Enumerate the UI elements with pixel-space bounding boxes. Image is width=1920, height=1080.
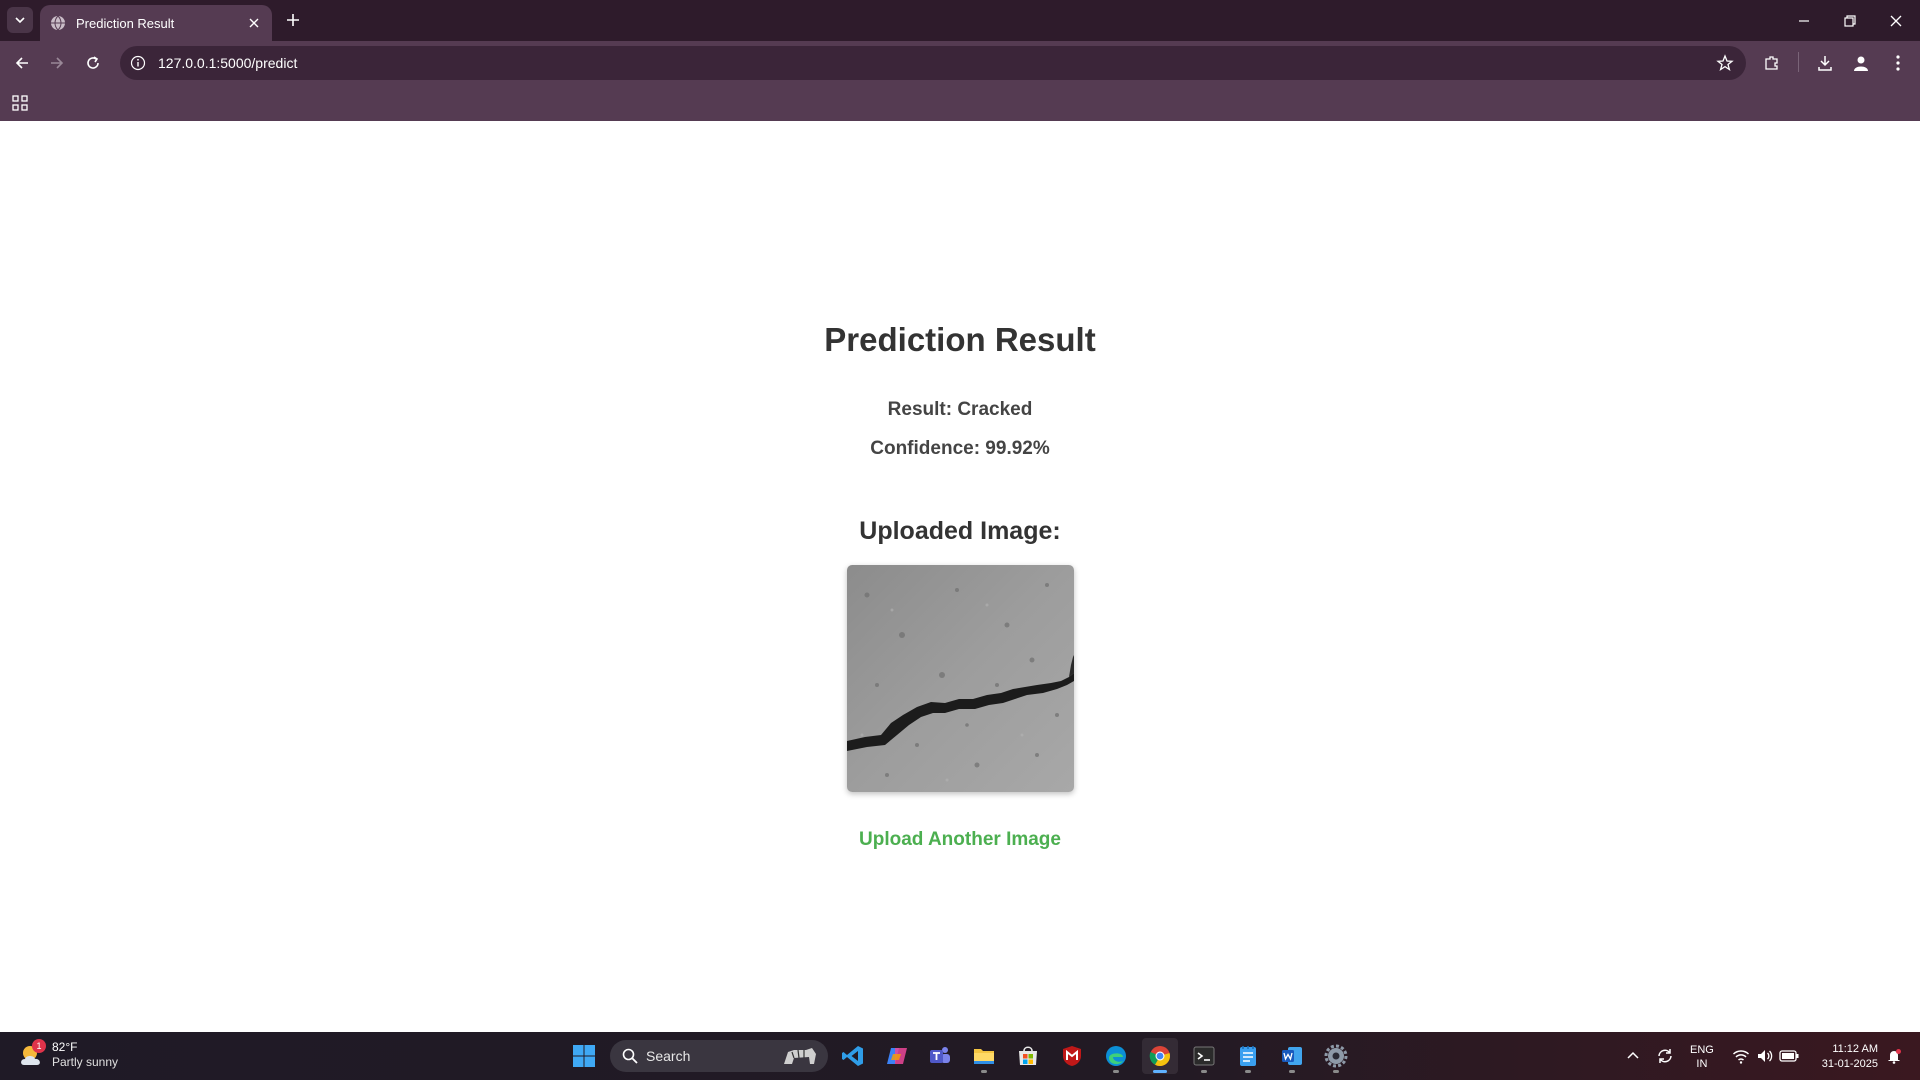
store-icon xyxy=(1019,1046,1037,1065)
notepad-icon xyxy=(1240,1046,1256,1066)
weather-temp: 82°F xyxy=(52,1040,78,1054)
url-text: 127.0.0.1:5000/predict xyxy=(158,55,298,71)
toolbar-divider xyxy=(1798,52,1799,72)
profile-icon[interactable] xyxy=(1851,53,1871,73)
tab-close-icon[interactable] xyxy=(246,15,262,31)
reload-icon xyxy=(87,56,99,69)
restore-button[interactable] xyxy=(1827,0,1873,41)
minimize-icon xyxy=(1799,19,1809,22)
site-info-icon[interactable] xyxy=(130,55,146,71)
taskbar-app-file-explorer[interactable] xyxy=(966,1038,1002,1074)
forward-button[interactable] xyxy=(43,49,71,77)
page-content: Prediction Result Result: Cracked Confid… xyxy=(0,121,1920,1032)
bookmark-star-icon[interactable] xyxy=(1716,54,1734,72)
running-indicator xyxy=(981,1070,987,1073)
terminal-icon xyxy=(1193,1046,1215,1066)
language-region: IN xyxy=(1696,1058,1708,1070)
arrow-right-icon xyxy=(51,57,64,69)
system-clock[interactable]: 11:12 AM 31-01-2025 xyxy=(1810,1042,1878,1072)
copilot-icon xyxy=(887,1048,907,1064)
chrome-icon xyxy=(1149,1046,1170,1067)
prediction-result-text: Result: Cracked xyxy=(887,399,1033,420)
arrow-left-icon xyxy=(15,57,28,69)
running-indicator xyxy=(1113,1070,1119,1073)
taskbar-app-mcafee[interactable] xyxy=(1054,1038,1090,1074)
taskbar-app-vscode[interactable] xyxy=(835,1038,871,1074)
weather-badge: 1 xyxy=(32,1039,46,1053)
upload-another-image-link[interactable]: Upload Another Image xyxy=(859,829,1061,850)
browser-toolbar: 127.0.0.1:5000/predict xyxy=(0,41,1920,85)
apps-grid-icon[interactable] xyxy=(11,94,29,112)
search-icon xyxy=(622,1048,638,1064)
windows-logo-icon xyxy=(573,1045,595,1067)
extensions-icon[interactable] xyxy=(1762,53,1782,73)
taskbar-app-store[interactable] xyxy=(1010,1038,1046,1074)
weather-condition: Partly sunny xyxy=(52,1055,119,1069)
wifi-icon[interactable] xyxy=(1731,1046,1751,1066)
settings-icon xyxy=(1324,1044,1348,1068)
restore-icon xyxy=(1844,14,1856,27)
search-label: Search xyxy=(646,1048,691,1064)
clock-time: 11:12 AM xyxy=(1832,1043,1878,1055)
vscode-icon xyxy=(842,1046,863,1066)
mcafee-icon xyxy=(1063,1046,1081,1066)
show-hidden-icons-chevron-up-icon[interactable] xyxy=(1623,1046,1643,1066)
page-title: Prediction Result xyxy=(824,321,1096,358)
notifications-bell-icon[interactable] xyxy=(1884,1046,1904,1066)
downloads-icon[interactable] xyxy=(1815,53,1835,73)
search-highlight-icon xyxy=(784,1048,816,1064)
taskbar-search[interactable]: Search xyxy=(610,1040,828,1072)
running-indicator xyxy=(1289,1070,1295,1073)
language-code: ENG xyxy=(1690,1044,1714,1056)
start-button[interactable] xyxy=(566,1038,602,1074)
close-window-button[interactable] xyxy=(1873,0,1919,41)
battery-icon[interactable] xyxy=(1779,1046,1799,1066)
partly-sunny-icon: 1 xyxy=(18,1039,46,1069)
active-indicator xyxy=(1153,1070,1167,1073)
upload-another-link-container: Upload Another Image xyxy=(0,829,1920,851)
new-tab-button[interactable] xyxy=(281,8,305,32)
menu-kebab-icon[interactable] xyxy=(1888,53,1908,73)
file-explorer-icon xyxy=(974,1049,994,1064)
language-indicator[interactable]: ENG IN xyxy=(1690,1043,1714,1071)
sync-icon[interactable] xyxy=(1655,1046,1675,1066)
running-indicator xyxy=(1333,1070,1339,1073)
teams-icon xyxy=(930,1047,950,1063)
uploaded-image-heading: Uploaded Image: xyxy=(859,517,1061,545)
taskbar-app-word[interactable] xyxy=(1274,1038,1310,1074)
taskbar-app-edge[interactable] xyxy=(1098,1038,1134,1074)
address-bar[interactable]: 127.0.0.1:5000/predict xyxy=(120,46,1746,80)
tab-strip: Prediction Result xyxy=(0,0,1920,41)
weather-widget[interactable]: 1 82°F Partly sunny xyxy=(18,1039,119,1070)
chevron-down-icon xyxy=(15,17,25,24)
uploaded-image xyxy=(847,565,1074,792)
clock-date: 31-01-2025 xyxy=(1821,1058,1878,1070)
confidence-text: Confidence: 99.92% xyxy=(870,438,1050,459)
taskbar-app-settings[interactable] xyxy=(1318,1038,1354,1074)
taskbar-app-notepad[interactable] xyxy=(1230,1038,1266,1074)
globe-icon xyxy=(50,15,66,31)
running-indicator xyxy=(1201,1070,1207,1073)
taskbar-app-copilot[interactable] xyxy=(879,1038,915,1074)
taskbar-app-chrome[interactable] xyxy=(1142,1038,1178,1074)
close-icon xyxy=(1890,15,1902,26)
taskbar-app-teams[interactable] xyxy=(922,1038,958,1074)
reload-button[interactable] xyxy=(79,49,107,77)
plus-icon xyxy=(287,14,299,26)
minimize-button[interactable] xyxy=(1781,0,1827,41)
volume-icon[interactable] xyxy=(1755,1046,1775,1066)
taskbar-app-terminal[interactable] xyxy=(1186,1038,1222,1074)
word-icon xyxy=(1282,1047,1302,1065)
tab-search-button[interactable] xyxy=(7,7,33,33)
edge-icon xyxy=(1106,1046,1126,1066)
running-indicator xyxy=(1245,1070,1251,1073)
taskbar: 1 82°F Partly sunny Search ENG IN 11:12 … xyxy=(0,1032,1920,1080)
back-button[interactable] xyxy=(8,49,36,77)
bookmarks-bar xyxy=(0,85,1920,121)
tab-prediction-result[interactable]: Prediction Result xyxy=(40,5,272,41)
tab-title: Prediction Result xyxy=(76,15,175,31)
